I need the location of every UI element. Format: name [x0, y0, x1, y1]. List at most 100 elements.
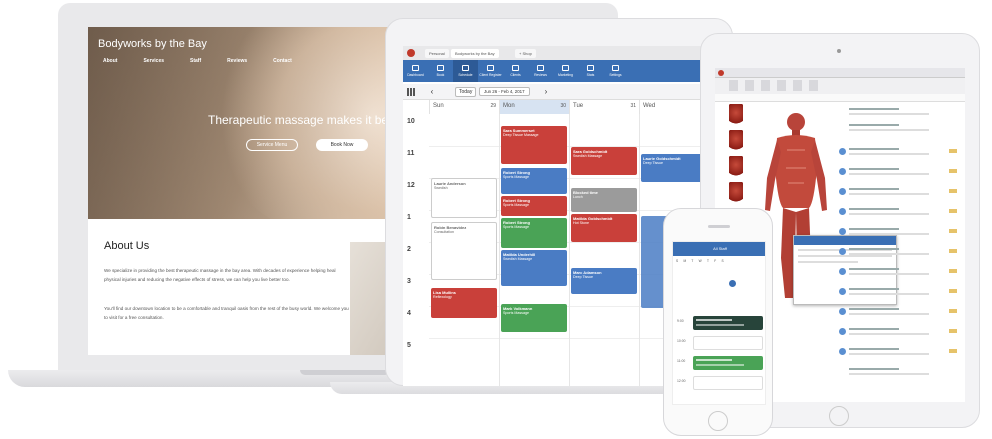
- note-row[interactable]: [839, 122, 959, 136]
- today-button[interactable]: Today: [455, 87, 477, 97]
- appointment[interactable]: Robin Benavidez Consultation: [431, 222, 497, 280]
- megaphone-icon: [562, 65, 569, 71]
- phone-screen: All Staff S M T W T F S 9:00 10:00 11:00…: [672, 241, 766, 405]
- toolbar-button[interactable]: [777, 80, 786, 91]
- site-name[interactable]: Bodyworks by the Bay: [98, 38, 207, 50]
- note-row[interactable]: [839, 366, 959, 380]
- grid-view-icon[interactable]: [407, 88, 415, 96]
- note-row[interactable]: [839, 206, 959, 220]
- tab-shop[interactable]: + Shop: [515, 49, 536, 58]
- calendar-day[interactable]: [677, 268, 684, 275]
- appointment[interactable]: Laurie Anderson Swedish: [431, 178, 497, 218]
- calendar-day[interactable]: [716, 268, 723, 275]
- note-row[interactable]: [839, 306, 959, 320]
- note-row[interactable]: [839, 166, 959, 180]
- hour-label: 5: [407, 342, 411, 349]
- weekday: T: [691, 259, 694, 263]
- day-header-sun[interactable]: Sun 29: [429, 100, 499, 114]
- toolbar-button[interactable]: [809, 80, 818, 91]
- calendar-day[interactable]: [703, 268, 710, 275]
- home-button[interactable]: [708, 411, 728, 431]
- nav-services[interactable]: Services: [143, 58, 164, 64]
- toolbar-stats[interactable]: Stats: [578, 60, 603, 82]
- toolbar-reviews[interactable]: Reviews: [528, 60, 553, 82]
- day-header-tue[interactable]: Tue 31: [569, 100, 639, 114]
- calendar-day[interactable]: [690, 268, 697, 275]
- nav-about[interactable]: About: [103, 58, 117, 64]
- tab-business[interactable]: Bodyworks by the Bay: [451, 49, 499, 58]
- appointment[interactable]: Lisa Mullins Reflexology: [431, 288, 497, 318]
- calendar-day[interactable]: [755, 280, 762, 287]
- appointment[interactable]: Robert Strong Sports Massage: [501, 168, 567, 194]
- calendar-icon: [462, 65, 469, 71]
- note-row[interactable]: [839, 146, 959, 160]
- book-icon: [437, 65, 444, 71]
- day-header-mon[interactable]: Mon 30: [499, 100, 569, 114]
- date-range-picker[interactable]: Jun 26 - Feb 4, 2017: [479, 87, 530, 96]
- note-row[interactable]: [839, 226, 959, 240]
- main-toolbar: Dashboard Book Schedule Client Register …: [403, 60, 717, 82]
- body-thumbnail[interactable]: [729, 182, 743, 204]
- weekday: S: [721, 259, 724, 263]
- home-button[interactable]: [829, 406, 849, 426]
- appointment[interactable]: Robert Strong Sports Massage: [501, 218, 567, 248]
- toolbar-button[interactable]: [745, 80, 754, 91]
- appointment-service: Sports Massage: [503, 311, 529, 315]
- next-week-button[interactable]: ›: [541, 86, 551, 97]
- toolbar-label: Clients: [510, 73, 521, 77]
- note-row[interactable]: [839, 326, 959, 340]
- note-row[interactable]: [839, 286, 959, 300]
- calendar-day[interactable]: [742, 280, 749, 287]
- toolbar-settings[interactable]: Settings: [603, 60, 628, 82]
- appointment-service: Lunch: [573, 195, 583, 199]
- body-thumbnail[interactable]: [729, 130, 743, 152]
- appointment[interactable]: Sara Goldschmidt Swedish Massage: [571, 147, 637, 175]
- calendar-day-selected[interactable]: [729, 280, 736, 287]
- toolbar-book[interactable]: Book: [428, 60, 453, 82]
- day-number: 30: [560, 103, 566, 109]
- note-row[interactable]: [839, 246, 959, 260]
- appointment-service: Deep Tissue: [643, 161, 663, 165]
- appointment[interactable]: Matilda Underhill Swedish Massage: [501, 250, 567, 286]
- toolbar-label: Client Register: [479, 73, 502, 77]
- appointment[interactable]: Marc Adamson Deep Tissue: [571, 268, 637, 294]
- tab-personal[interactable]: Personal: [425, 49, 449, 58]
- appointment[interactable]: Blocked time Lunch: [571, 188, 637, 212]
- toolbar-label: Dashboard: [407, 73, 424, 77]
- note-row[interactable]: [839, 186, 959, 200]
- nav-staff[interactable]: Staff: [190, 58, 201, 64]
- toolbar-button[interactable]: [729, 80, 738, 91]
- book-now-button[interactable]: Book Now: [316, 139, 368, 151]
- list-item[interactable]: 10:00: [677, 336, 763, 350]
- appointment[interactable]: Mark Volkmann Sports Massage: [501, 304, 567, 332]
- note-row[interactable]: [839, 266, 959, 280]
- body-thumbnail[interactable]: [729, 156, 743, 178]
- toolbar-clients[interactable]: Clients: [503, 60, 528, 82]
- appointment-service: Swedish Massage: [503, 257, 533, 261]
- toolbar-label: Settings: [609, 73, 622, 77]
- list-item[interactable]: 12:00: [677, 376, 763, 390]
- toolbar-schedule[interactable]: Schedule: [453, 60, 478, 82]
- avatar: [839, 288, 846, 295]
- appointment[interactable]: Robert Strong Sports Massage: [501, 196, 567, 216]
- appointment[interactable]: Sara Summerset Deep Tissue Massage: [501, 126, 567, 164]
- service-menu-button[interactable]: Service Menu: [246, 139, 298, 151]
- appointment[interactable]: Matilda Goldschmidt Hot Stone: [571, 214, 637, 242]
- body-thumbnail[interactable]: [729, 104, 743, 126]
- avatar: [839, 308, 846, 315]
- toolbar-client-register[interactable]: Client Register: [478, 60, 503, 82]
- list-item[interactable]: 9:00: [677, 316, 763, 330]
- note-row[interactable]: [839, 106, 959, 120]
- list-item[interactable]: 11:00: [677, 356, 763, 370]
- nav-reviews[interactable]: Reviews: [227, 58, 247, 64]
- toolbar-marketing[interactable]: Marketing: [553, 60, 578, 82]
- toolbar-button[interactable]: [793, 80, 802, 91]
- toolbar-button[interactable]: [761, 80, 770, 91]
- prev-week-button[interactable]: ‹: [427, 86, 437, 97]
- status-badge: [949, 209, 957, 213]
- note-row[interactable]: [839, 346, 959, 360]
- toolbar-dashboard[interactable]: Dashboard: [403, 60, 428, 82]
- hour-label: 10: [407, 118, 415, 125]
- nav-contact[interactable]: Contact: [273, 58, 292, 64]
- staff-selector[interactable]: All Staff: [673, 242, 765, 256]
